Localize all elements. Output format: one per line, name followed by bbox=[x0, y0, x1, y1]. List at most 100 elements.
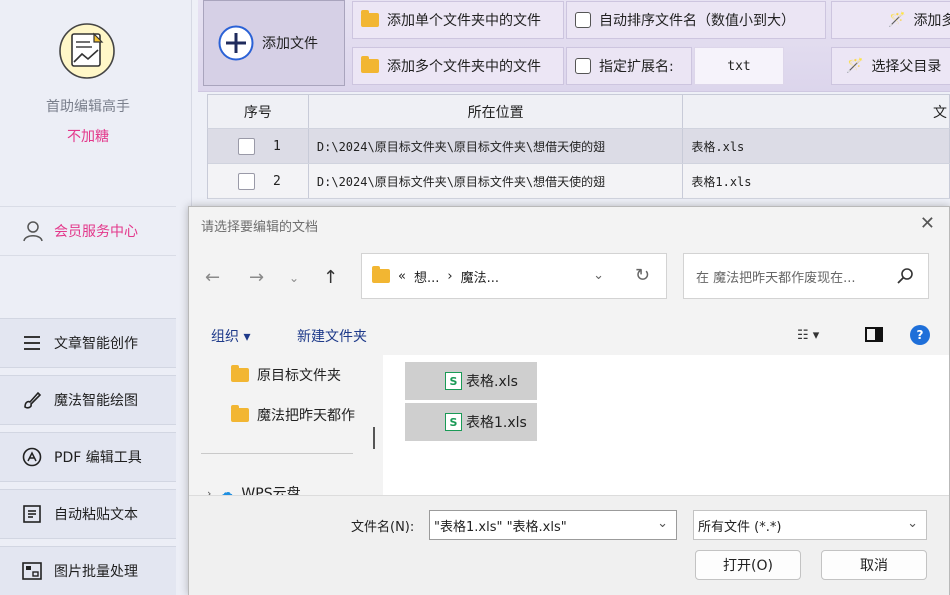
tree-item[interactable]: 魔法把昨天都作 bbox=[231, 405, 355, 425]
nav-label: 自动粘贴文本 bbox=[54, 507, 138, 523]
filename-label: 文件名(N): bbox=[351, 520, 415, 535]
cancel-button[interactable]: 取消 bbox=[821, 550, 927, 580]
row-checkbox[interactable] bbox=[238, 172, 255, 190]
help-icon[interactable]: ? bbox=[910, 325, 930, 345]
chevron-right-icon[interactable]: › bbox=[207, 487, 211, 496]
header-number: 序号 bbox=[208, 95, 309, 128]
forward-arrow-icon[interactable]: → bbox=[249, 267, 264, 288]
extension-input[interactable]: txt bbox=[694, 47, 784, 85]
dialog-footer: 文件名(N): "表格1.xls" "表格.xls" ⌄ 所有文件 (*.*) … bbox=[189, 495, 949, 595]
app-subtitle: 不加糖 bbox=[67, 129, 109, 145]
user-icon bbox=[23, 221, 43, 242]
tree-item[interactable]: › ☁ WPS云盘 bbox=[207, 483, 301, 495]
folder-icon bbox=[231, 365, 249, 382]
address-sep: « bbox=[398, 268, 406, 284]
vip-center-label: 会员服务中心 bbox=[54, 224, 138, 240]
organize-button[interactable]: 组织 ▾ bbox=[211, 326, 250, 346]
refresh-icon[interactable]: ↻ bbox=[635, 265, 650, 286]
plus-circle-icon bbox=[218, 25, 254, 61]
filename-input[interactable]: "表格1.xls" "表格.xls" ⌄ bbox=[429, 510, 677, 540]
open-button[interactable]: 打开(O) bbox=[695, 550, 801, 580]
back-arrow-icon[interactable]: ← bbox=[205, 267, 220, 288]
row-filename: 表格.xls bbox=[683, 129, 950, 163]
file-item-label: 表格1.xls bbox=[466, 415, 527, 431]
sidebar: 首助编辑高手 不加糖 会员服务中心 文章智能创作 魔法智能绘图 PDF 编辑工具… bbox=[0, 0, 192, 595]
new-folder-button[interactable]: 新建文件夹 bbox=[297, 326, 367, 346]
brush-icon bbox=[22, 390, 42, 410]
add-more-button[interactable]: 🪄 添加多 bbox=[831, 1, 950, 39]
add-multi-folder-label: 添加多个文件夹中的文件 bbox=[387, 59, 541, 75]
file-item-label: 表格.xls bbox=[466, 374, 518, 390]
nav-magic-drawing[interactable]: 魔法智能绘图 bbox=[0, 375, 176, 425]
nav-image-batch[interactable]: 图片批量处理 bbox=[0, 546, 176, 595]
magic-icon: 🪄 bbox=[888, 12, 906, 28]
row-checkbox[interactable] bbox=[238, 137, 255, 155]
nav-article-writing[interactable]: 文章智能创作 bbox=[0, 318, 176, 368]
filetype-select[interactable]: 所有文件 (*.*) ⌄ bbox=[693, 510, 927, 540]
address-part1[interactable]: 想... bbox=[414, 267, 439, 286]
chevron-down-icon[interactable]: ⌄ bbox=[593, 268, 604, 283]
search-box[interactable]: 在 魔法把昨天都作废现在... bbox=[683, 253, 929, 299]
header-location: 所在位置 bbox=[309, 95, 684, 128]
wps-sheet-icon: S bbox=[445, 413, 462, 431]
row-path: D:\2024\原目标文件夹\原目标文件夹\想借天使的翅 bbox=[309, 129, 684, 163]
address-part2[interactable]: 魔法... bbox=[461, 267, 499, 286]
nav-label: PDF 编辑工具 bbox=[54, 450, 142, 466]
file-item[interactable]: S 表格1.xls bbox=[405, 403, 537, 441]
choose-parent-button[interactable]: 🪄 选择父目录 bbox=[831, 47, 950, 85]
chevron-down-icon[interactable]: ⌄ bbox=[657, 516, 668, 531]
magic-icon: 🪄 bbox=[846, 58, 864, 74]
cloud-icon: ☁ bbox=[219, 485, 234, 495]
chevron-down-icon[interactable]: ⌄ bbox=[907, 516, 918, 531]
folder-tree: 原目标文件夹 魔法把昨天都作 › ☁ WPS云盘 bbox=[189, 355, 381, 495]
open-file-dialog: 请选择要编辑的文档 ✕ ← → ⌄ ↑ « 想... › 魔法... ⌄ ↻ 在… bbox=[188, 206, 950, 595]
add-multi-folder-button[interactable]: 添加多个文件夹中的文件 bbox=[352, 47, 564, 85]
folder-icon bbox=[361, 10, 379, 27]
nav-pdf-tools[interactable]: PDF 编辑工具 bbox=[0, 432, 176, 482]
tree-item-label: WPS云盘 bbox=[241, 486, 301, 495]
add-file-label: 添加文件 bbox=[262, 36, 318, 52]
preview-pane-icon[interactable] bbox=[865, 327, 883, 342]
row-number: 2 bbox=[273, 173, 281, 189]
auto-sort-checkbox[interactable]: 自动排序文件名（数值小到大） bbox=[566, 1, 826, 39]
folder-icon bbox=[231, 405, 249, 422]
table-row[interactable]: 1 D:\2024\原目标文件夹\原目标文件夹\想借天使的翅 表格.xls bbox=[208, 129, 950, 164]
tree-divider bbox=[201, 453, 353, 454]
toolbar: 添加文件 添加单个文件夹中的文件 添加多个文件夹中的文件 自动排序文件名（数值小… bbox=[198, 0, 950, 92]
row-path: D:\2024\原目标文件夹\原目标文件夹\想借天使的翅 bbox=[309, 164, 684, 198]
auto-sort-label: 自动排序文件名（数值小到大） bbox=[599, 13, 795, 29]
view-options-button[interactable]: ☷ ▾ bbox=[797, 328, 819, 343]
nav-auto-paste[interactable]: 自动粘贴文本 bbox=[0, 489, 176, 539]
dialog-title: 请选择要编辑的文档 bbox=[201, 220, 319, 235]
vip-center-button[interactable]: 会员服务中心 bbox=[0, 206, 176, 256]
table-row[interactable]: 2 D:\2024\原目标文件夹\原目标文件夹\想借天使的翅 表格1.xls bbox=[208, 164, 950, 199]
address-bar[interactable]: « 想... › 魔法... ⌄ ↻ bbox=[361, 253, 667, 299]
ext-label: 指定扩展名: bbox=[599, 59, 674, 75]
close-icon[interactable]: ✕ bbox=[920, 213, 935, 234]
table-header: 序号 所在位置 文 bbox=[207, 94, 950, 129]
folder-icon bbox=[372, 266, 390, 283]
app-logo-icon bbox=[59, 23, 115, 79]
nav-label: 魔法智能绘图 bbox=[54, 393, 138, 409]
file-item[interactable]: S 表格.xls bbox=[405, 362, 537, 400]
add-single-folder-button[interactable]: 添加单个文件夹中的文件 bbox=[352, 1, 564, 39]
command-bar: 组织 ▾ 新建文件夹 ☷ ▾ ? bbox=[189, 315, 949, 355]
up-arrow-icon[interactable]: ↑ bbox=[323, 267, 338, 288]
recent-chevron-icon[interactable]: ⌄ bbox=[289, 271, 299, 285]
search-placeholder: 在 魔法把昨天都作废现在... bbox=[696, 270, 856, 286]
document-icon bbox=[22, 504, 42, 524]
add-file-button[interactable]: 添加文件 bbox=[203, 0, 345, 86]
choose-parent-label: 选择父目录 bbox=[871, 59, 942, 75]
app-name: 首助编辑高手 bbox=[46, 99, 130, 115]
wps-sheet-icon: S bbox=[445, 372, 462, 390]
nav-label: 图片批量处理 bbox=[54, 564, 138, 580]
tree-item[interactable]: 原目标文件夹 bbox=[231, 365, 341, 385]
folder-icon bbox=[361, 56, 379, 73]
address-arrow: › bbox=[447, 268, 453, 284]
tree-item-label: 魔法把昨天都作 bbox=[257, 408, 355, 424]
checkbox-icon bbox=[575, 12, 591, 28]
tree-scrollbar[interactable] bbox=[373, 427, 375, 449]
header-filename: 文 bbox=[683, 95, 950, 128]
tree-item-label: 原目标文件夹 bbox=[257, 368, 341, 384]
ext-checkbox[interactable]: 指定扩展名: bbox=[566, 47, 692, 85]
